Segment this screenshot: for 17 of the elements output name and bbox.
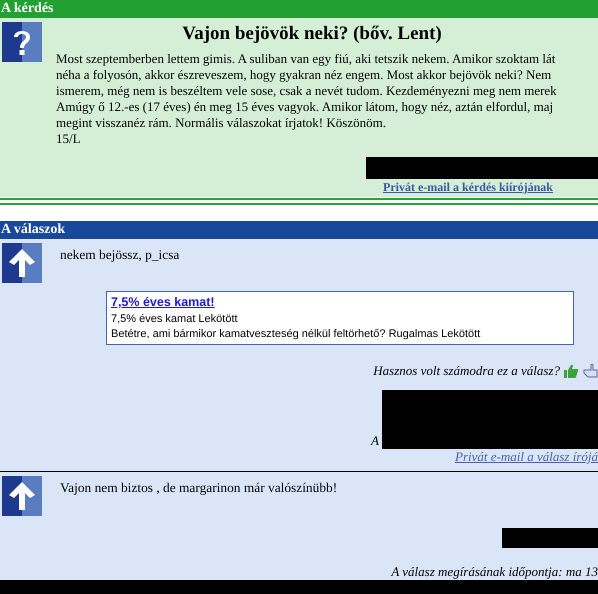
ad-text: Betétre, ami bármikor kamatveszteség nélkül feltörhető? Rugalmas Lekötött: [111, 327, 482, 342]
answer-text: nekem bejössz, p_icsa: [59, 246, 180, 264]
question-mark-icon: [2, 22, 42, 62]
section-header: A válaszok: [0, 221, 598, 239]
pointing-hand-icon[interactable]: [582, 363, 598, 379]
answer-text: Vajon nem biztos , de margarinon már valószínübb!: [59, 479, 338, 497]
question-text: Most szeptemberben lettem gimis. A suliban van egy fiú, aki tetszik nekem. Amikor szoktam lát néha a folyosón, akkor észreveszem, hogy gyakran néz engem. Most akkor bejövök neki? Nem ismerem, még nem is beszéltem vele sose, csak a nevét tudom. Kezdeményezni meg nem merek Amúgy ő 12.-es (17 éves) én meg 15 éves vagyok. Amikor látom, hogy néz, aztán elfordul, maj megint visszanéz rám. Normális válaszokat írjatok! Köszönöm. 15/L: [56, 51, 558, 147]
ad-link[interactable]: 7,5% éves kamat!: [111, 295, 215, 310]
signature-text: A: [371, 433, 379, 449]
timestamp: A válasz megírásának időpontja: ma 13: [391, 564, 598, 580]
email-link[interactable]: Privát e-mail a válasz írójá: [455, 449, 598, 465]
email-link[interactable]: Privát e-mail a kérdés kiírójának: [383, 180, 553, 196]
helpful-prompt: Hasznos volt számodra ez a válasz?: [373, 363, 560, 379]
thumbs-up-icon[interactable]: [563, 363, 579, 379]
question-title: Vajon bejövök neki? (bőv. Lent): [181, 23, 443, 45]
section-header: A kérdés: [0, 0, 598, 18]
ad-text: 7,5% éves kamat Lekötött: [111, 312, 239, 327]
